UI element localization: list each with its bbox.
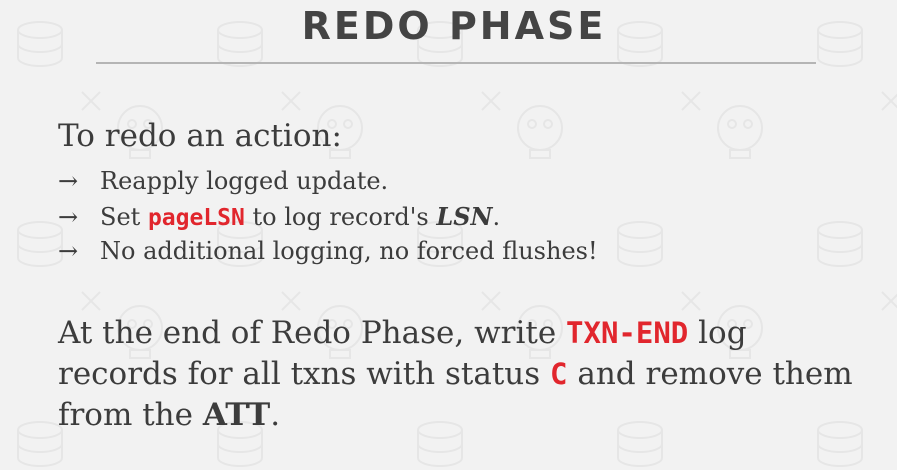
- paragraph-text: log: [698, 315, 747, 351]
- summary-paragraph: At the end of Redo Phase, write TXN-END …: [58, 313, 878, 436]
- bullet-text: No additional logging, no forced flushes…: [100, 237, 598, 265]
- paragraph-line: from the ATT.: [58, 395, 878, 436]
- code-term-status-c: C: [550, 357, 568, 391]
- paragraph-text: records for all txns with status: [58, 356, 541, 392]
- code-term-txn-end: TXN-END: [566, 316, 689, 350]
- section-heading: To redo an action:: [58, 118, 342, 154]
- title-divider: [96, 62, 816, 64]
- bullet-item: → Reapply logged update.: [58, 165, 598, 200]
- slide-title: REDO PHASE: [301, 4, 607, 48]
- paragraph-line: At the end of Redo Phase, write TXN-END …: [58, 313, 878, 354]
- bullet-text: Set: [100, 203, 141, 231]
- paragraph-line: records for all txns with status C and r…: [58, 354, 878, 395]
- arrow-icon: →: [58, 167, 79, 195]
- paragraph-period: .: [270, 397, 281, 433]
- bullet-item: → No additional logging, no forced flushe…: [58, 235, 598, 270]
- bullet-period: .: [492, 203, 501, 231]
- paragraph-text: from the: [58, 397, 193, 433]
- paragraph-text: and remove them: [577, 356, 853, 392]
- arrow-icon: →: [58, 237, 79, 265]
- arrow-icon: →: [58, 203, 79, 231]
- slide: REDO PHASE To redo an action: → Reapply l…: [0, 0, 897, 470]
- bullet-list: → Reapply logged update. → Set pageLSN to …: [58, 165, 598, 270]
- paragraph-text: At the end of Redo Phase, write: [58, 315, 557, 351]
- bullet-text: Reapply logged update.: [100, 167, 389, 195]
- emphasis-lsn: LSN: [436, 202, 493, 231]
- bullet-item: → Set pageLSN to log record's LSN.: [58, 200, 598, 235]
- term-att: ATT: [202, 397, 271, 433]
- bullet-text: to log record's: [252, 203, 429, 231]
- code-term-pagelsn: pageLSN: [147, 205, 245, 231]
